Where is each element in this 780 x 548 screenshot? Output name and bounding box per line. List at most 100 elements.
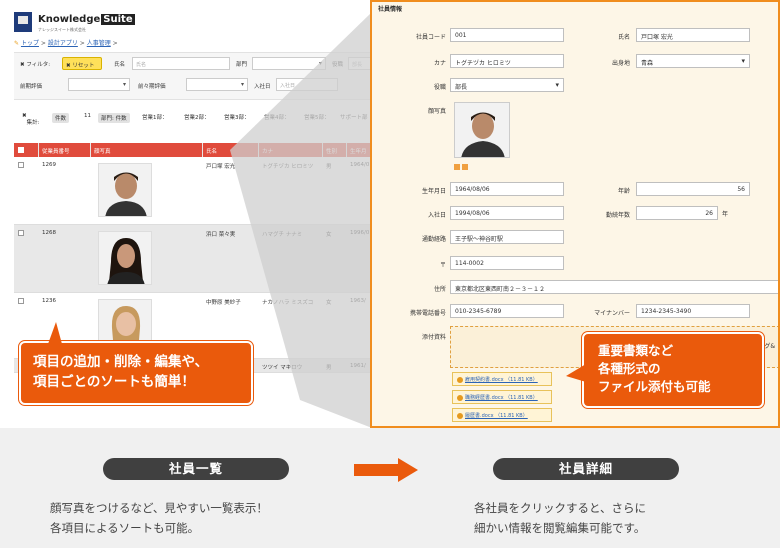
years-label: 勤続年数 xyxy=(605,212,630,219)
dept4-total: 営業4部： xyxy=(264,115,290,121)
totals-bar: ✖ 集計: 件数 11 部門: 件数 営業1部： 営業2部： 営業3部： 営業4… xyxy=(14,108,375,128)
row-checkbox[interactable] xyxy=(18,230,24,236)
employee-photo xyxy=(98,231,152,285)
file-attachment[interactable]: 職務経歴書.docx （11.81 KB） xyxy=(452,390,552,404)
callout-pointer-right xyxy=(566,364,586,382)
name-field[interactable]: 戸口塚 宏光 xyxy=(636,28,750,42)
count-chip[interactable]: 件数 xyxy=(52,113,70,123)
pencil-icon: ✎ xyxy=(14,40,20,47)
detail-caption-text: 各社員をクリックすると、さらに 細かい情報を閲覧編集可能です。 xyxy=(474,501,647,535)
emp-code-field[interactable]: 001 xyxy=(450,28,564,42)
company-name: ナレッジスイート株式会社 xyxy=(38,27,86,32)
age-field[interactable]: 56 xyxy=(636,182,750,196)
birth-field[interactable]: 1964/08/06 xyxy=(450,182,564,196)
total-count: 11 xyxy=(84,113,91,119)
dept3-total: 営業3部： xyxy=(224,115,250,121)
address-field[interactable]: 東京都北区東西町南２－３－１２ xyxy=(450,280,778,294)
table-row[interactable]: 1269 戸口塚 宏光 トグチヅカ ヒロミツ 男 1964/0 xyxy=(14,157,375,225)
prev-prev-eval-select[interactable] xyxy=(186,78,248,91)
filter-label: ✖ フィルタ: xyxy=(20,62,51,68)
kana-label: カナ xyxy=(433,60,446,67)
select-all-checkbox[interactable] xyxy=(18,147,24,153)
callout-pointer-left xyxy=(48,322,62,344)
name-label: 氏名 xyxy=(617,34,630,41)
photo-delete-icon[interactable] xyxy=(462,164,468,170)
title-select[interactable]: 部長 xyxy=(450,78,564,92)
column-header[interactable]: 生年月 xyxy=(350,147,367,155)
dept2-total: 営業2部： xyxy=(184,115,210,121)
join-label: 入社日 xyxy=(427,212,446,219)
app-name-suite: Suite xyxy=(101,14,135,25)
phone-label: 携帯電話番号 xyxy=(409,310,446,317)
column-header[interactable]: カナ xyxy=(262,147,273,155)
join-filter-input[interactable]: 入社日 xyxy=(276,78,338,91)
route-field[interactable]: 王子駅〜神谷町駅 xyxy=(450,230,564,244)
years-field[interactable]: 26 xyxy=(636,206,718,220)
file-icon xyxy=(457,394,463,401)
attach-feature-callout: 重要書類など 各種形式の ファイル添付も可能 xyxy=(582,332,764,408)
column-header[interactable]: 性別 xyxy=(326,147,337,155)
arrow-right-head xyxy=(398,458,418,482)
title-filter-label: 役職 xyxy=(332,62,344,68)
employee-photo-large xyxy=(454,102,510,158)
join-filter-label: 入社日 xyxy=(254,84,271,90)
age-label: 年齢 xyxy=(617,188,630,195)
breadcrumb: ✎ トップ > 設計アプリ > 人事管理 > xyxy=(14,40,118,47)
prev-prev-eval-label: 前々期評価 xyxy=(138,84,166,90)
prev-eval-select[interactable] xyxy=(68,78,130,91)
table-row[interactable]: 1268 浜口 菜々実 ハマグチ ナナミ 女 1996/0 xyxy=(14,225,375,293)
phone-field[interactable]: 010-2345-6789 xyxy=(450,304,564,318)
name-filter-label: 氏名 xyxy=(114,62,126,68)
breadcrumb-app-link[interactable]: 設計アプリ xyxy=(48,40,78,47)
file-icon xyxy=(457,376,463,383)
kana-field[interactable]: トグチヅカ ヒロミツ xyxy=(450,54,564,68)
photo-edit-icon[interactable] xyxy=(454,164,460,170)
address-label: 住所 xyxy=(433,286,446,293)
reset-button[interactable]: ✖ リセット xyxy=(62,57,102,70)
employee-table: 従業員番号 顔写真 氏名 カナ 性別 生年月 1269 戸口塚 宏光 トグチヅカ… xyxy=(14,143,375,373)
join-field[interactable]: 1994/08/06 xyxy=(450,206,564,220)
zip-field[interactable]: 114-0002 xyxy=(450,256,564,270)
arrow-right-icon xyxy=(354,464,398,476)
file-attachment[interactable]: 雇用契約書.docx （11.81 KB） xyxy=(452,372,552,386)
column-header[interactable]: 従業員番号 xyxy=(42,147,70,155)
mynumber-label: マイナンバー xyxy=(594,310,630,317)
app-logo-icon xyxy=(14,12,32,32)
row-checkbox[interactable] xyxy=(18,162,24,168)
app-name: Knowledge xyxy=(38,14,101,25)
column-header[interactable]: 顔写真 xyxy=(94,147,111,155)
birth-label: 生年月日 xyxy=(421,188,446,195)
row-checkbox[interactable] xyxy=(18,298,24,304)
filter-panel: ✖ フィルタ: ✖ リセット 氏名 氏名 部門 役職 部長 前期評価 前々期評価… xyxy=(14,52,375,100)
file-icon xyxy=(457,412,463,419)
origin-label: 出身地 xyxy=(611,60,630,67)
title-label: 役職 xyxy=(433,84,446,91)
dept-filter-select[interactable] xyxy=(252,57,326,70)
breadcrumb-current-link[interactable]: 人事管理 xyxy=(87,40,111,47)
dept5-total: 営業5部： xyxy=(304,115,330,121)
dept-count-chip[interactable]: 部門: 件数 xyxy=(98,113,130,123)
totals-label: ✖ 集計: xyxy=(22,113,40,126)
origin-select[interactable]: 青森 xyxy=(636,54,750,68)
file-attachment[interactable]: 履歴書.docx （11.81 KB） xyxy=(452,408,552,422)
route-label: 通勤経路 xyxy=(421,236,446,243)
dept6-total: サポート部 xyxy=(340,115,368,121)
zip-label: 〒 xyxy=(439,262,446,269)
dept-filter-label: 部門 xyxy=(236,62,248,68)
employee-photo xyxy=(98,163,152,217)
column-header[interactable]: 氏名 xyxy=(206,147,217,155)
emp-code-label: 社員コード xyxy=(415,34,446,41)
section-title: 社員情報 xyxy=(378,6,403,13)
photo-label: 顔写真 xyxy=(427,108,446,115)
years-unit: 年 xyxy=(722,211,729,218)
attach-label: 添付資料 xyxy=(421,334,446,341)
mynumber-field[interactable]: 1234-2345-3490 xyxy=(636,304,750,318)
app-brand: Knowledge Suite xyxy=(38,14,135,25)
list-caption-text: 顔写真をつけるなど、見やすい一覧表示！ 各項目によるソートも可能。 xyxy=(50,501,268,535)
detail-caption-title: 社員詳細 xyxy=(493,458,679,480)
list-caption-title: 社員一覧 xyxy=(103,458,289,480)
list-feature-callout: 項目の追加・削除・編集や、 項目ごとのソートも簡単！ xyxy=(19,341,253,405)
dept1-total: 営業1部： xyxy=(142,115,168,121)
name-filter-input[interactable]: 氏名 xyxy=(132,57,230,70)
breadcrumb-top-link[interactable]: トップ xyxy=(21,40,39,47)
